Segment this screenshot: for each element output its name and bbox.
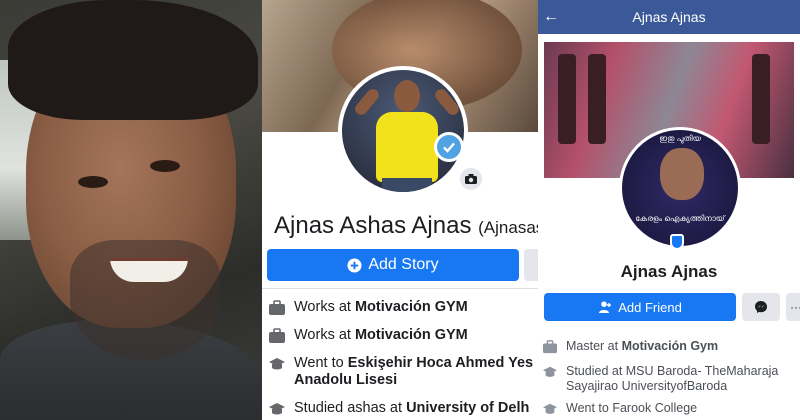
punching-bag bbox=[558, 54, 576, 144]
arm bbox=[352, 86, 382, 118]
briefcase-icon bbox=[543, 340, 557, 354]
info-prefix: Works at bbox=[294, 327, 355, 343]
info-prefix: Studied at bbox=[566, 364, 626, 378]
header-title: Ajnas Ajnas bbox=[632, 9, 706, 25]
add-friend-button[interactable]: Add Friend bbox=[544, 293, 736, 321]
info-value[interactable]: Motivación GYM bbox=[355, 299, 468, 315]
divider bbox=[262, 288, 538, 289]
head bbox=[394, 80, 420, 112]
info-value-line2[interactable]: Sayajirao UniversityofBaroda bbox=[566, 379, 727, 393]
graduation-cap-icon bbox=[269, 403, 285, 415]
info-prefix: Studied ashas at bbox=[294, 400, 407, 416]
app-header: ← Ajnas Ajnas bbox=[538, 0, 800, 34]
profile-guard-shield-icon bbox=[670, 234, 684, 250]
info-education-1: Went to Eskişehir Hoca Ahmed Yes Anadolu … bbox=[268, 355, 533, 389]
info-work-1: Works at Motivación GYM bbox=[268, 299, 468, 316]
hair bbox=[8, 0, 258, 120]
info-value[interactable]: University of Delh bbox=[406, 400, 529, 416]
profile-name: Ajnas Ashas Ajnas (Ajnasash bbox=[274, 212, 538, 240]
info-value[interactable]: Motivación GYM bbox=[355, 327, 468, 343]
graduation-cap-icon bbox=[543, 403, 557, 414]
messenger-icon bbox=[755, 301, 767, 313]
info-prefix: Went to bbox=[294, 355, 348, 371]
avatar-text-top: ഇതു പുതിയ bbox=[659, 134, 701, 143]
profile-name-main: Ajnas Ashas Ajnas bbox=[274, 212, 472, 239]
smile bbox=[110, 258, 188, 282]
punching-bag bbox=[588, 54, 606, 144]
info-work: Master at Motivación Gym bbox=[542, 339, 718, 354]
info-value[interactable]: MSU Baroda- TheMaharaja bbox=[626, 364, 779, 378]
info-prefix: Went to bbox=[566, 401, 613, 415]
yellow-shirt bbox=[376, 112, 438, 182]
camera-icon[interactable] bbox=[458, 166, 484, 192]
back-arrow-icon[interactable]: ← bbox=[538, 8, 564, 26]
face bbox=[660, 148, 704, 200]
info-work-2: Works at Motivación GYM bbox=[268, 327, 468, 344]
verified-check-icon bbox=[434, 132, 464, 162]
add-person-icon bbox=[599, 301, 612, 313]
add-story-button[interactable]: Add Story bbox=[267, 249, 519, 281]
messenger-button[interactable] bbox=[742, 293, 780, 321]
profile-avatar[interactable] bbox=[338, 66, 468, 196]
info-value[interactable]: Farook College bbox=[612, 401, 697, 415]
right-eye bbox=[150, 160, 180, 172]
avatar-text-bottom: കേരളം ഐക്യത്തിനായ് bbox=[635, 214, 725, 223]
graduation-cap-icon bbox=[269, 358, 285, 370]
add-friend-label: Add Friend bbox=[618, 299, 682, 315]
alternate-name: (Ajnasash bbox=[478, 218, 538, 237]
selfie-photo bbox=[0, 0, 262, 420]
info-value[interactable]: Eskişehir Hoca Ahmed Yes bbox=[348, 355, 533, 371]
info-value-line2[interactable]: Anadolu Lisesi bbox=[294, 372, 397, 388]
legs bbox=[382, 178, 432, 192]
more-options-button[interactable]: ··· bbox=[786, 293, 800, 321]
briefcase-icon bbox=[269, 300, 285, 315]
info-prefix: Works at bbox=[294, 299, 355, 315]
plus-circle-icon bbox=[347, 257, 362, 273]
add-story-label: Add Story bbox=[368, 256, 439, 273]
info-education-2: Studied ashas at University of Delh bbox=[268, 400, 529, 417]
left-eye bbox=[78, 176, 108, 188]
briefcase-icon bbox=[269, 328, 285, 343]
info-education-1: Studied at MSU Baroda- TheMaharaja Sayaji… bbox=[542, 364, 778, 394]
info-education-2: Went to Farook College bbox=[542, 401, 697, 416]
profile-avatar[interactable]: ഇതു പുതിയ കേരളം ഐക്യത്തിനായ് bbox=[619, 127, 741, 249]
info-prefix: Master at bbox=[566, 339, 622, 353]
punching-bag bbox=[752, 54, 770, 144]
profile-name: Ajnas Ajnas bbox=[620, 262, 718, 281]
graduation-cap-icon bbox=[543, 366, 557, 377]
profile-b: ← Ajnas Ajnas ഇതു പുതിയ കേരളം ഐക്യത്തിനാ… bbox=[538, 0, 800, 420]
more-options-button[interactable] bbox=[524, 249, 538, 281]
info-value[interactable]: Motivación Gym bbox=[622, 339, 719, 353]
profile-a: Ajnas Ashas Ajnas (Ajnasash Add Story Wo… bbox=[262, 0, 538, 420]
